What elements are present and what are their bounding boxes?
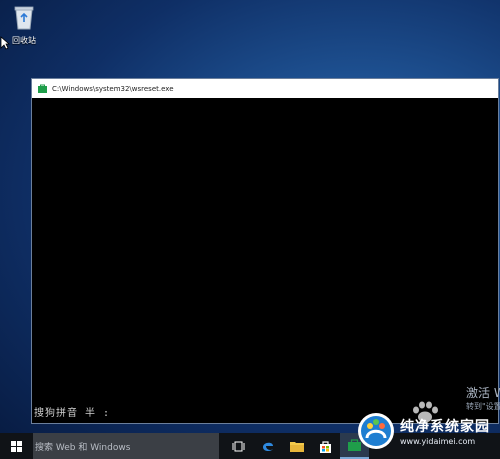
console-output-area[interactable]: 搜狗拼音 半 : (32, 98, 498, 423)
task-view-icon (232, 441, 245, 451)
store-bag-icon (320, 440, 331, 453)
windows-logo-icon (11, 440, 22, 452)
recycle-bin-label: 回收站 (12, 36, 36, 45)
activation-line1: 激活 W (466, 386, 500, 400)
console-title: C:\Windows\system32\wsreset.exe (52, 84, 174, 93)
console-window[interactable]: C:\Windows\system32\wsreset.exe 搜狗拼音 半 : (31, 78, 499, 424)
taskbar-search-box[interactable]: 搜索 Web 和 Windows (33, 433, 219, 459)
search-placeholder: 搜索 Web 和 Windows (35, 442, 131, 453)
file-explorer-button[interactable] (282, 433, 311, 459)
ime-status-text: 搜狗拼音 半 : (34, 408, 111, 419)
console-titlebar[interactable]: C:\Windows\system32\wsreset.exe (32, 79, 498, 98)
mouse-cursor-icon (0, 36, 10, 50)
edge-browser-icon (262, 442, 273, 452)
edge-button[interactable] (253, 433, 282, 459)
task-view-button[interactable] (224, 433, 253, 459)
folder-icon (289, 442, 304, 452)
brand-name: 纯净系统家园 (400, 418, 490, 435)
brand-watermark: 纯净系统家园 www.yidaimei.com (356, 402, 500, 459)
store-app-icon (38, 84, 47, 93)
brand-logo-icon (358, 412, 394, 449)
start-button[interactable] (0, 433, 33, 459)
brand-url: www.yidaimei.com (400, 436, 476, 446)
recycle-bin-shortcut[interactable]: 回收站 (4, 4, 44, 46)
store-button[interactable] (311, 433, 340, 459)
recycle-bin-icon (14, 6, 34, 30)
